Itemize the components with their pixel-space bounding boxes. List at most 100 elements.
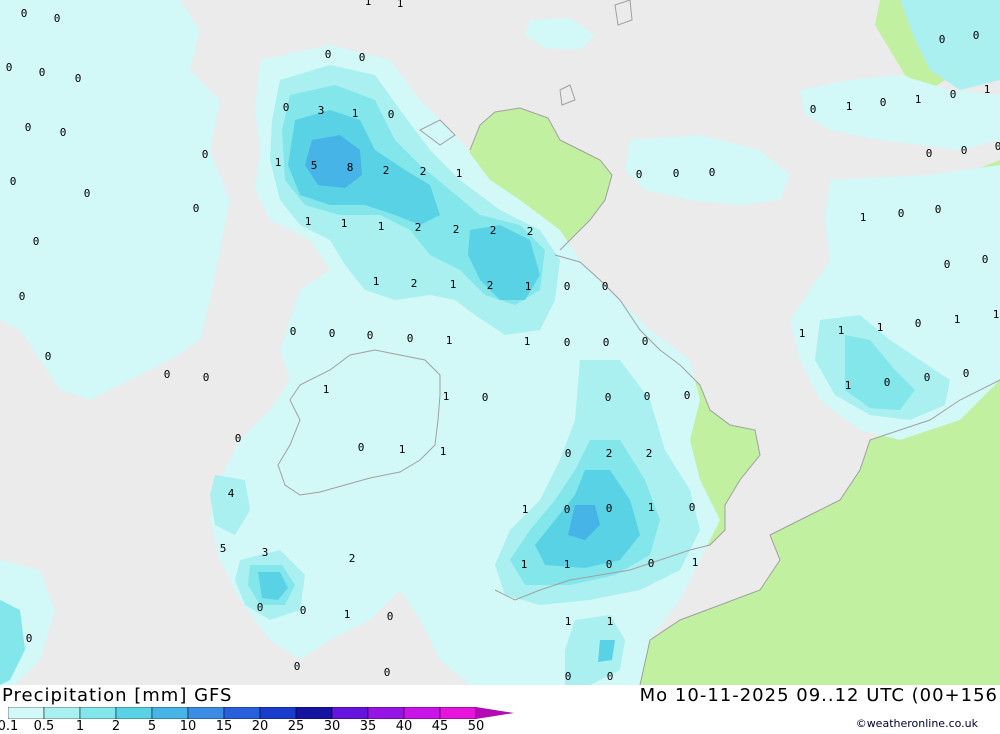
precip-value-label: 0 (884, 376, 891, 389)
precip-value-label: 1 (877, 321, 884, 334)
legend-swatch (331, 707, 369, 719)
precip-value-label: 2 (646, 447, 653, 460)
precip-value-label: 1 (397, 0, 404, 10)
precip-value-label: 0 (482, 391, 489, 404)
precip-value-label: 3 (318, 104, 325, 117)
precip-value-label: 0 (75, 72, 82, 85)
legend-swatch (8, 707, 45, 719)
precip-value-label: 0 (644, 390, 651, 403)
legend-tick-label: 35 (359, 719, 377, 734)
precip-value-label: 3 (262, 546, 269, 559)
precip-value-label: 0 (810, 103, 817, 116)
precip-value-label: 0 (325, 48, 332, 61)
precip-value-label: 0 (648, 557, 655, 570)
precip-value-label: 0 (935, 203, 942, 216)
precip-value-label: 1 (838, 324, 845, 337)
precip-value-label: 0 (880, 96, 887, 109)
precip-value-label: 0 (257, 601, 264, 614)
legend-swatch (43, 707, 81, 719)
legend-swatch (151, 707, 189, 719)
precip-value-label: 0 (19, 290, 26, 303)
precip-value-label: 0 (607, 670, 614, 683)
precip-value-label: 1 (607, 615, 614, 628)
precip-value-label: 0 (995, 140, 1000, 153)
precip-value-label: 1 (846, 100, 853, 113)
precip-value-label: 0 (21, 7, 28, 20)
precip-value-label: 1 (565, 615, 572, 628)
legend-swatch (295, 707, 333, 719)
footer-bar: Precipitation [mm] GFS Mo 10-11-2025 09.… (0, 685, 1000, 734)
precip-value-label: 0 (898, 207, 905, 220)
precip-value-label: 0 (283, 101, 290, 114)
legend-swatch (79, 707, 117, 719)
legend-swatch (115, 707, 153, 719)
precip-value-label: 0 (944, 258, 951, 271)
precip-value-label: 0 (564, 503, 571, 516)
legend-tick-label: 0.1 (0, 719, 19, 734)
precip-value-label: 8 (347, 161, 354, 174)
precip-value-label: 0 (963, 367, 970, 380)
precip-value-label: 0 (54, 12, 61, 25)
precip-value-label: 1 (378, 220, 385, 233)
precip-value-label: 0 (602, 280, 609, 293)
precip-value-label: 4 (228, 487, 235, 500)
precip-value-label: 0 (60, 126, 67, 139)
precip-value-label: 1 (440, 445, 447, 458)
precip-value-label: 2 (490, 224, 497, 237)
precip-value-label: 0 (6, 61, 13, 74)
precip-value-label: 0 (164, 368, 171, 381)
precipitation-map: 0 0 0 0 0 0 0 0 0 0 0 0 0 0 0 0 0 3 1 0 1 5 8 2 2 1 1 1 1 2 2 2 2 1 2 1 2 1 0 0… (0, 0, 1000, 685)
precip-value-label: 0 (388, 108, 395, 121)
precip-value-label: 1 (352, 107, 359, 120)
precip-value-label: 0 (193, 202, 200, 215)
precip-value-label: 1 (341, 217, 348, 230)
precip-value-label: 0 (673, 167, 680, 180)
precip-value-label: 0 (564, 336, 571, 349)
precip-value-label: 1 (323, 383, 330, 396)
precip-value-label: 1 (521, 558, 528, 571)
precip-value-label: 0 (329, 327, 336, 340)
precip-value-label: 0 (359, 51, 366, 64)
legend-ticks: 0.1 0.5 1 2 5 10 15 20 25 30 35 40 45 50 (0, 719, 560, 734)
precip-value-label: 0 (926, 147, 933, 160)
precip-value-label: 2 (420, 165, 427, 178)
precip-value-label: 1 (373, 275, 380, 288)
legend-swatch (367, 707, 405, 719)
precip-value-label: 0 (565, 670, 572, 683)
legend-tick-label: 5 (147, 719, 157, 734)
precip-value-label: 0 (605, 391, 612, 404)
precip-value-label: 2 (411, 277, 418, 290)
precip-value-label: 1 (446, 334, 453, 347)
precip-value-label: 0 (564, 280, 571, 293)
precip-value-label: 2 (415, 221, 422, 234)
precip-value-label: 1 (365, 0, 372, 8)
precip-value-label: 0 (924, 371, 931, 384)
precip-value-label: 1 (860, 211, 867, 224)
precip-value-label: 0 (684, 389, 691, 402)
precip-value-label: 1 (522, 503, 529, 516)
precip-value-label: 1 (344, 608, 351, 621)
legend-swatch (439, 707, 477, 719)
precip-value-label: 0 (973, 29, 980, 42)
precip-value-label: 1 (525, 280, 532, 293)
precip-value-label: 0 (982, 253, 989, 266)
legend-tick-label: 30 (323, 719, 341, 734)
precip-value-label: 1 (524, 335, 531, 348)
precip-value-label: 2 (453, 223, 460, 236)
precip-value-label: 1 (799, 327, 806, 340)
legend-tick-label: 40 (395, 719, 413, 734)
legend-tick-label: 50 (467, 719, 485, 734)
precip-value-label: 0 (25, 121, 32, 134)
valid-time: Mo 10-11-2025 09..12 UTC (00+156 (639, 685, 998, 706)
precip-value-label: 5 (311, 159, 318, 172)
legend-tick-label: 45 (431, 719, 449, 734)
precip-value-label: 1 (915, 93, 922, 106)
precip-value-label: 0 (950, 88, 957, 101)
precip-value-label: 1 (692, 556, 699, 569)
precip-value-label: 0 (642, 335, 649, 348)
legend-tick-label: 20 (251, 719, 269, 734)
legend-swatch (259, 707, 297, 719)
legend-arrow (476, 707, 514, 719)
legend-tick-label: 25 (287, 719, 305, 734)
precip-value-label: 1 (305, 215, 312, 228)
